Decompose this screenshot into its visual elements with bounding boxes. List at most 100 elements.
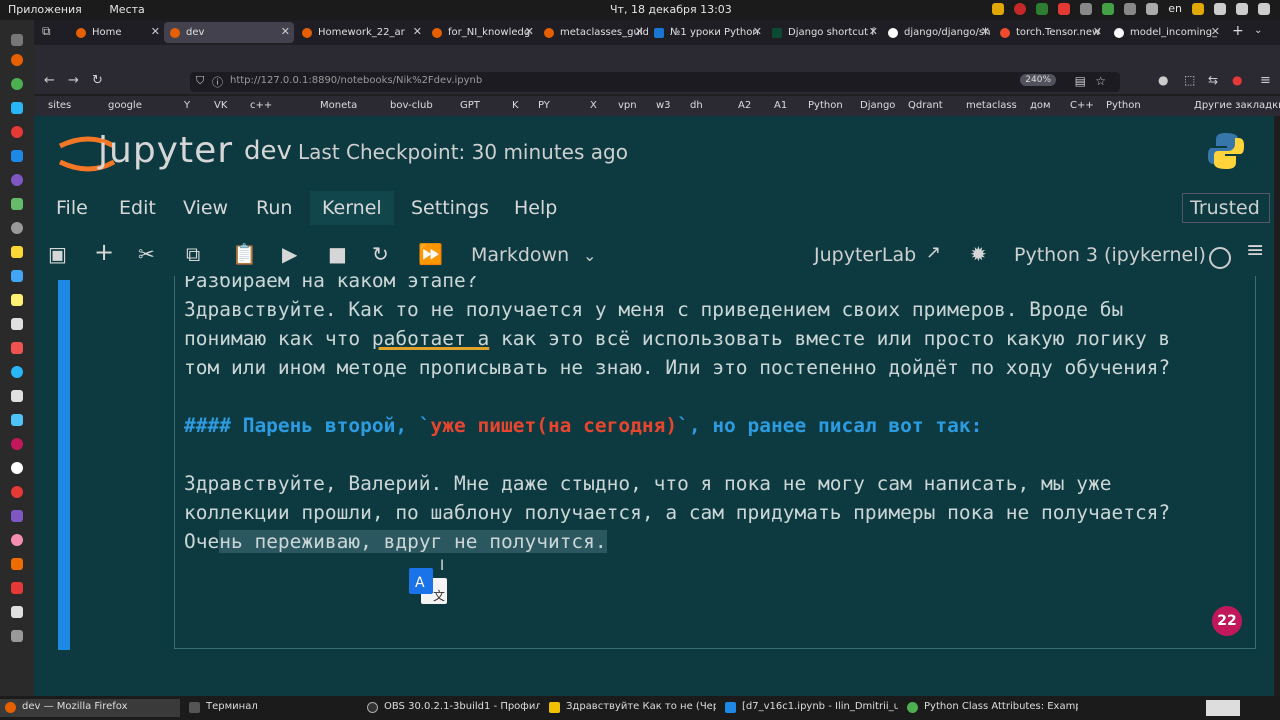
task-obs[interactable]: OBS 30.0.2.1-3build1 - Профиль: Б...: [362, 699, 540, 717]
dock-app-icon[interactable]: [11, 390, 23, 402]
notification-count-badge[interactable]: 22: [1212, 606, 1242, 636]
open-jupyterlab-link[interactable]: JupyterLab: [814, 244, 916, 266]
task-terminal[interactable]: Терминал: [184, 699, 360, 717]
bookmark-item[interactable]: Python: [1106, 100, 1141, 111]
mic-icon[interactable]: [1192, 2, 1204, 15]
dock-app-icon[interactable]: [11, 558, 23, 570]
url-text[interactable]: http://127.0.0.1:8890/notebooks/Nik%2Fde…: [230, 75, 482, 86]
tab-torch[interactable]: torch.Tensor.new ✕: [994, 22, 1106, 43]
menu-run[interactable]: Run: [256, 197, 292, 219]
close-icon[interactable]: ✕: [525, 25, 534, 38]
menu-edit[interactable]: Edit: [119, 197, 156, 219]
dock-app-icon[interactable]: [11, 270, 23, 282]
bookmark-item[interactable]: vpn: [618, 100, 637, 111]
debugger-bug-icon[interactable]: ✹: [970, 242, 987, 266]
restart-icon[interactable]: ↻: [372, 242, 389, 266]
tray-icon[interactable]: [1058, 2, 1071, 15]
other-bookmarks[interactable]: Другие закладки: [1194, 100, 1280, 111]
bookmark-item[interactable]: bov-club: [390, 100, 433, 111]
menu-settings[interactable]: Settings: [411, 197, 489, 219]
menu-help[interactable]: Help: [514, 197, 557, 219]
tray-icon[interactable]: [1036, 2, 1049, 15]
bookmark-item[interactable]: dh: [690, 100, 703, 111]
tab-homework[interactable]: Homework_22_ar ✕: [296, 22, 426, 43]
reload-icon[interactable]: ↻: [92, 73, 103, 88]
menu-view[interactable]: View: [183, 197, 228, 219]
dock-app-icon[interactable]: [11, 102, 23, 114]
task-draft[interactable]: Здравствуйте Как то не (Чернови...: [544, 699, 716, 717]
add-cell-plus-icon[interactable]: +: [94, 238, 114, 266]
tab-github-django[interactable]: django/django/sh ✕: [882, 22, 994, 43]
task-chrome[interactable]: Python Class Attributes: Examples ...: [902, 699, 1078, 717]
telegram-icon[interactable]: [11, 366, 23, 378]
vscode-icon[interactable]: [11, 150, 23, 162]
bookmark-item[interactable]: Qdrant: [908, 100, 943, 111]
dock-app-icon[interactable]: [11, 582, 23, 594]
dock-app-icon[interactable]: [11, 462, 23, 474]
fast-forward-icon[interactable]: ⏩: [418, 242, 443, 266]
cut-scissors-icon[interactable]: ✂: [138, 242, 155, 266]
bookmark-item[interactable]: GPT: [460, 100, 480, 111]
tab-python-lessons[interactable]: №1 уроки Python ✕: [648, 22, 766, 43]
firefox-icon[interactable]: [11, 54, 23, 66]
tab-model-incoming[interactable]: model_incoming_ ✕: [1108, 22, 1224, 43]
clock[interactable]: Чт, 18 декабря 13:03: [610, 3, 732, 16]
tray-icon[interactable]: [992, 2, 1005, 15]
zoom-level[interactable]: 240%: [1020, 74, 1056, 86]
bookmark-item[interactable]: c++: [250, 100, 272, 111]
close-icon[interactable]: ✕: [1093, 25, 1102, 38]
tray-icon[interactable]: [1102, 2, 1115, 15]
task-firefox[interactable]: dev — Mozilla Firefox: [0, 699, 180, 717]
bookmark-item[interactable]: Y: [184, 100, 190, 111]
volume-icon[interactable]: [1214, 2, 1226, 15]
bookmark-item[interactable]: metaclass: [966, 100, 1017, 111]
save-icon[interactable]: ▣: [48, 242, 67, 266]
tab-overview-icon[interactable]: ⧉: [42, 24, 51, 39]
workspace-switcher[interactable]: [1206, 700, 1240, 716]
bookmark-item[interactable]: дом: [1030, 100, 1051, 111]
notebook-name[interactable]: dev: [244, 136, 292, 166]
tab-metaclasses[interactable]: metaclasses_guid ✕: [538, 22, 648, 43]
bookmark-item[interactable]: sites: [48, 100, 71, 111]
bookmark-item[interactable]: X: [590, 100, 597, 111]
bookmark-star-icon[interactable]: ☆: [1095, 74, 1106, 88]
bookmark-item[interactable]: K: [512, 100, 519, 111]
tab-django-shortcut[interactable]: Django shortcut f ✕: [766, 22, 882, 43]
extension-icon[interactable]: ⇆: [1208, 73, 1218, 87]
tab-for-ni[interactable]: for_NI_knowledg ✕: [426, 22, 538, 43]
menu-file[interactable]: File: [56, 197, 88, 219]
dock-app-icon[interactable]: [11, 534, 23, 546]
shield-icon[interactable]: ⛉: [196, 74, 204, 88]
bookmark-item[interactable]: PY: [538, 100, 550, 111]
chevron-down-icon[interactable]: ⌄: [583, 246, 596, 265]
menu-kernel[interactable]: Kernel: [310, 191, 394, 225]
dock-app-icon[interactable]: [11, 222, 23, 234]
network-icon[interactable]: [1236, 2, 1248, 15]
bookmark-item[interactable]: A2: [738, 100, 751, 111]
bookmark-item[interactable]: Moneta: [320, 100, 357, 111]
forward-arrow-icon[interactable]: →: [68, 73, 79, 88]
close-icon[interactable]: ✕: [981, 25, 990, 38]
bookmark-item[interactable]: google: [108, 100, 142, 111]
paste-clipboard-icon[interactable]: 📋: [232, 242, 257, 266]
dock-app-icon[interactable]: [11, 630, 23, 642]
tab-home[interactable]: Home ✕: [70, 22, 164, 43]
bookmark-item[interactable]: VK: [214, 100, 227, 111]
applications-menu[interactable]: Приложения: [8, 3, 82, 16]
dock-app-icon[interactable]: [11, 198, 23, 210]
close-icon[interactable]: ✕: [281, 25, 290, 38]
copy-icon[interactable]: ⧉: [186, 242, 200, 266]
task-vscode[interactable]: [d7_v16c1.ipynb - Ilin_Dmitrii_udv ...: [720, 699, 898, 717]
hamburger-menu-icon[interactable]: ≡: [1246, 238, 1264, 263]
bookmark-item[interactable]: Django: [860, 100, 895, 111]
back-arrow-icon[interactable]: ←: [44, 73, 55, 88]
places-menu[interactable]: Места: [109, 3, 144, 16]
dock-app-icon[interactable]: [11, 34, 23, 46]
extension-icon[interactable]: ●: [1232, 73, 1242, 87]
dock-app-icon[interactable]: [11, 510, 23, 522]
close-icon[interactable]: ✕: [1211, 25, 1220, 38]
close-icon[interactable]: ✕: [753, 25, 762, 38]
bookmark-item[interactable]: C++: [1070, 100, 1094, 111]
hamburger-menu-icon[interactable]: ≡: [1260, 73, 1271, 88]
chevron-down-icon[interactable]: ⌄: [1254, 25, 1262, 36]
